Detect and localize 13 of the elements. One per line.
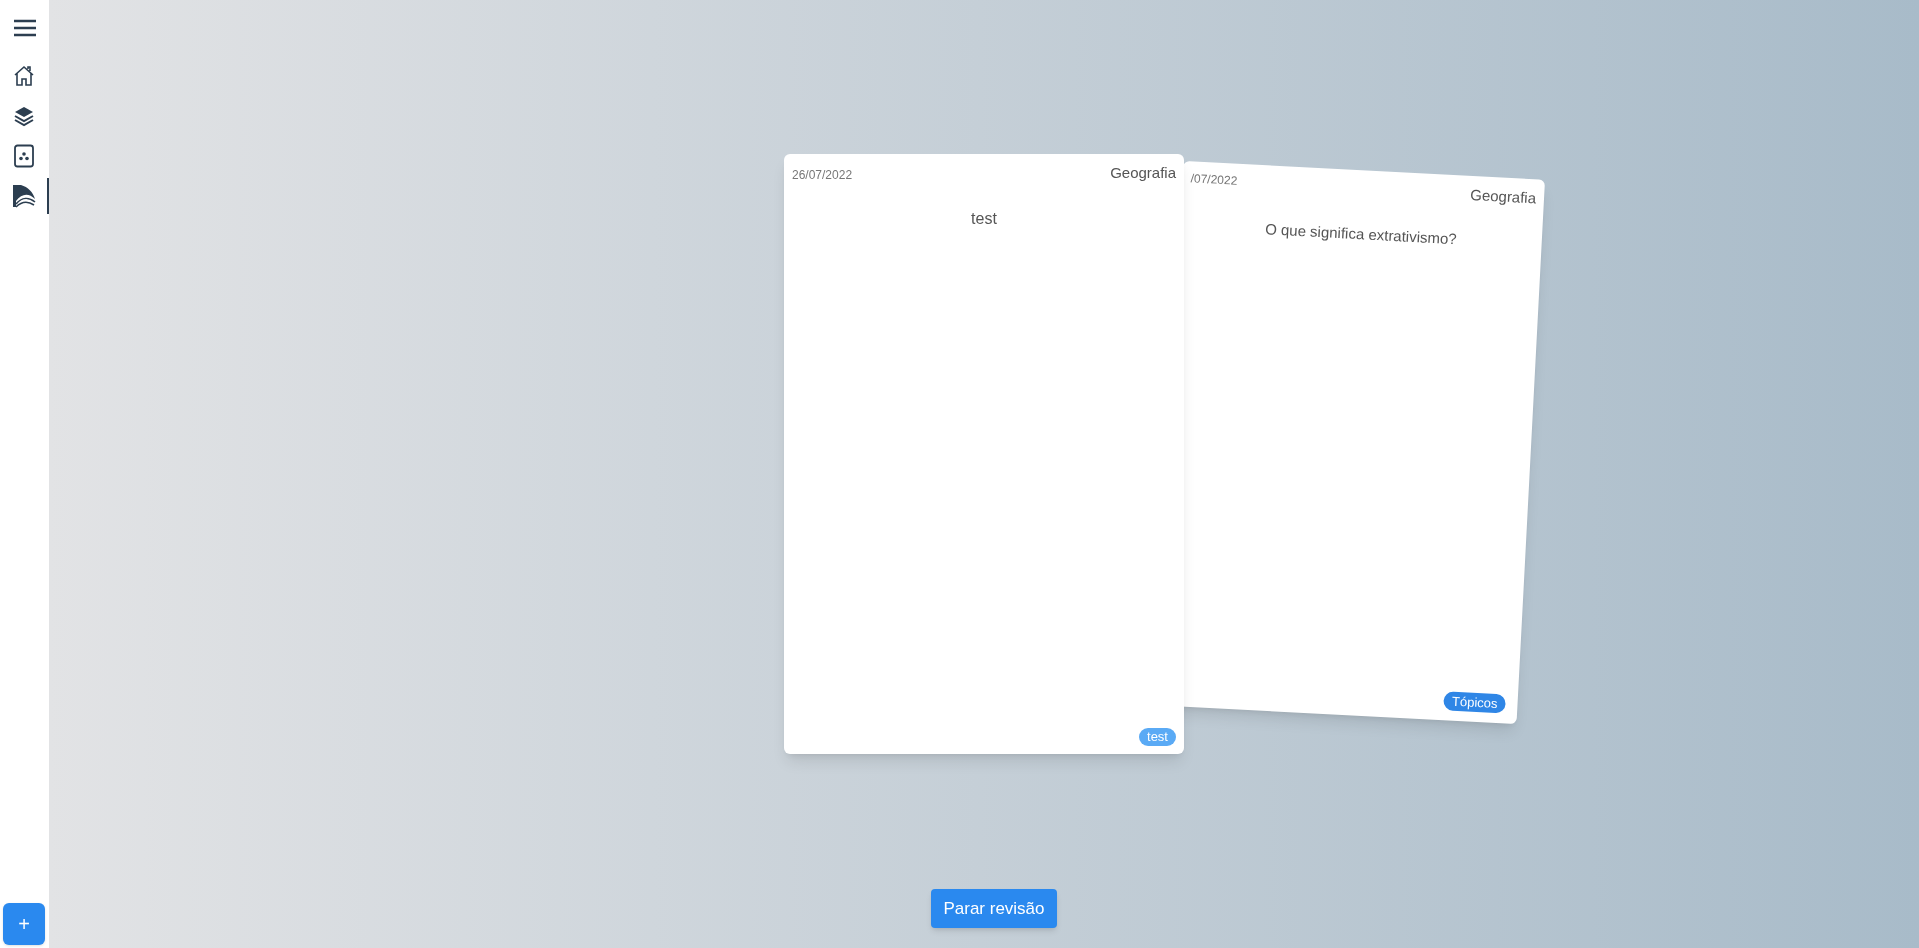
layers-icon[interactable] [12,105,35,127]
card-subject: Geografia [1469,184,1537,209]
add-button[interactable]: + [3,903,45,945]
card-date: 26/07/2022 [792,167,853,185]
stop-review-button[interactable]: Parar revisão [931,889,1057,928]
tag: Tópicos [1443,690,1507,714]
card-subject: Geografia [1110,163,1176,183]
cards-icon[interactable] [11,184,36,208]
card-date: /07/2022 [1190,170,1238,190]
card-question: test [971,208,997,229]
card-question: O que significa extrativismo? [1264,218,1458,249]
tag: test [1139,728,1176,746]
dice-icon[interactable] [12,144,35,168]
